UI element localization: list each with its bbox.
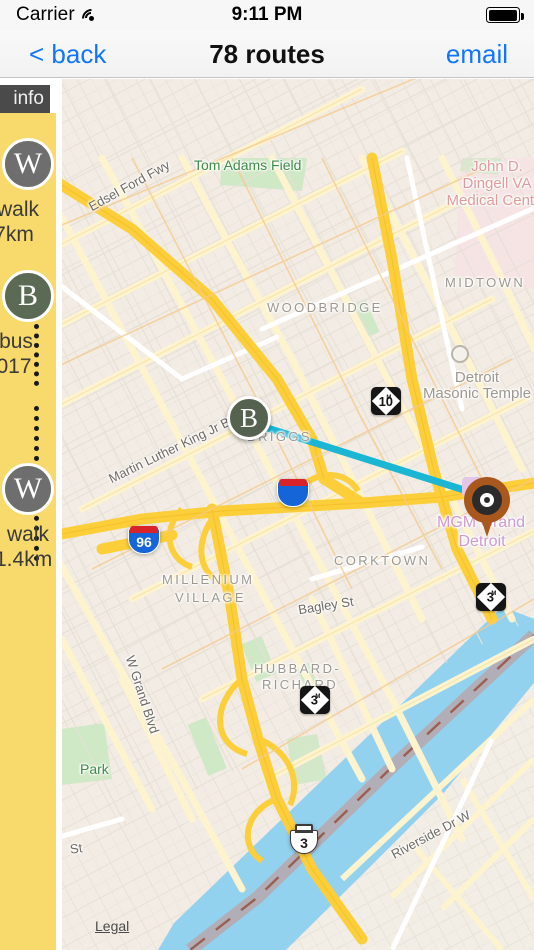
step-badge-walk: W (2, 138, 54, 190)
shield-number: 3 (311, 692, 319, 708)
step-label-distance: 7km (0, 223, 34, 246)
shield-number: 96 (136, 534, 152, 550)
status-bar: Carrier 9:11 PM (0, 0, 534, 32)
poi-marker-masonic-temple[interactable] (451, 345, 469, 363)
highway-shield-m10[interactable]: M 10 (371, 386, 401, 416)
highway-shield-canada-3[interactable]: 3 (287, 824, 321, 856)
app-root: Carrier 9:11 PM < back 78 routes email M… (0, 0, 534, 950)
step-label-mode: bus (0, 330, 33, 353)
navigation-bar: < back 78 routes email (0, 30, 534, 78)
destination-pin-core (484, 497, 490, 503)
highway-shield-m3-south[interactable]: M3 (300, 685, 330, 715)
shield-number: 3 (487, 589, 495, 605)
route-sidebar[interactable]: W walk 7km B bus 017 W walk 1.4km (0, 113, 56, 950)
step-label-mode: walk (6, 523, 49, 546)
destination-pin[interactable] (464, 477, 510, 539)
sidebar-gutter (56, 79, 62, 950)
step-badge-bus: B (2, 270, 54, 322)
shield-number: 10 (378, 393, 394, 409)
highway-shield-i96[interactable]: 96 (128, 524, 160, 554)
highway-shield-interstate[interactable] (277, 477, 309, 507)
map-marker-bus-origin[interactable]: B (227, 396, 271, 440)
step-label-distance: 1.4km (0, 548, 53, 571)
legal-link[interactable]: Legal (95, 918, 129, 934)
step-label-mode: walk (0, 198, 39, 221)
map-view[interactable]: MIDTOWN WOODBRIDGE BRIGGS CORKTOWN MILLE… (62, 79, 534, 950)
step-badge-walk: W (2, 463, 54, 515)
email-button[interactable]: email (446, 30, 508, 78)
highway-shield-m3-east[interactable]: M3 (476, 582, 506, 612)
clock-label: 9:11 PM (231, 4, 303, 25)
info-tab[interactable]: info (0, 85, 50, 113)
shield-number: 3 (300, 835, 308, 851)
battery-icon (486, 7, 524, 23)
step-label-route-number: 017 (0, 355, 32, 378)
